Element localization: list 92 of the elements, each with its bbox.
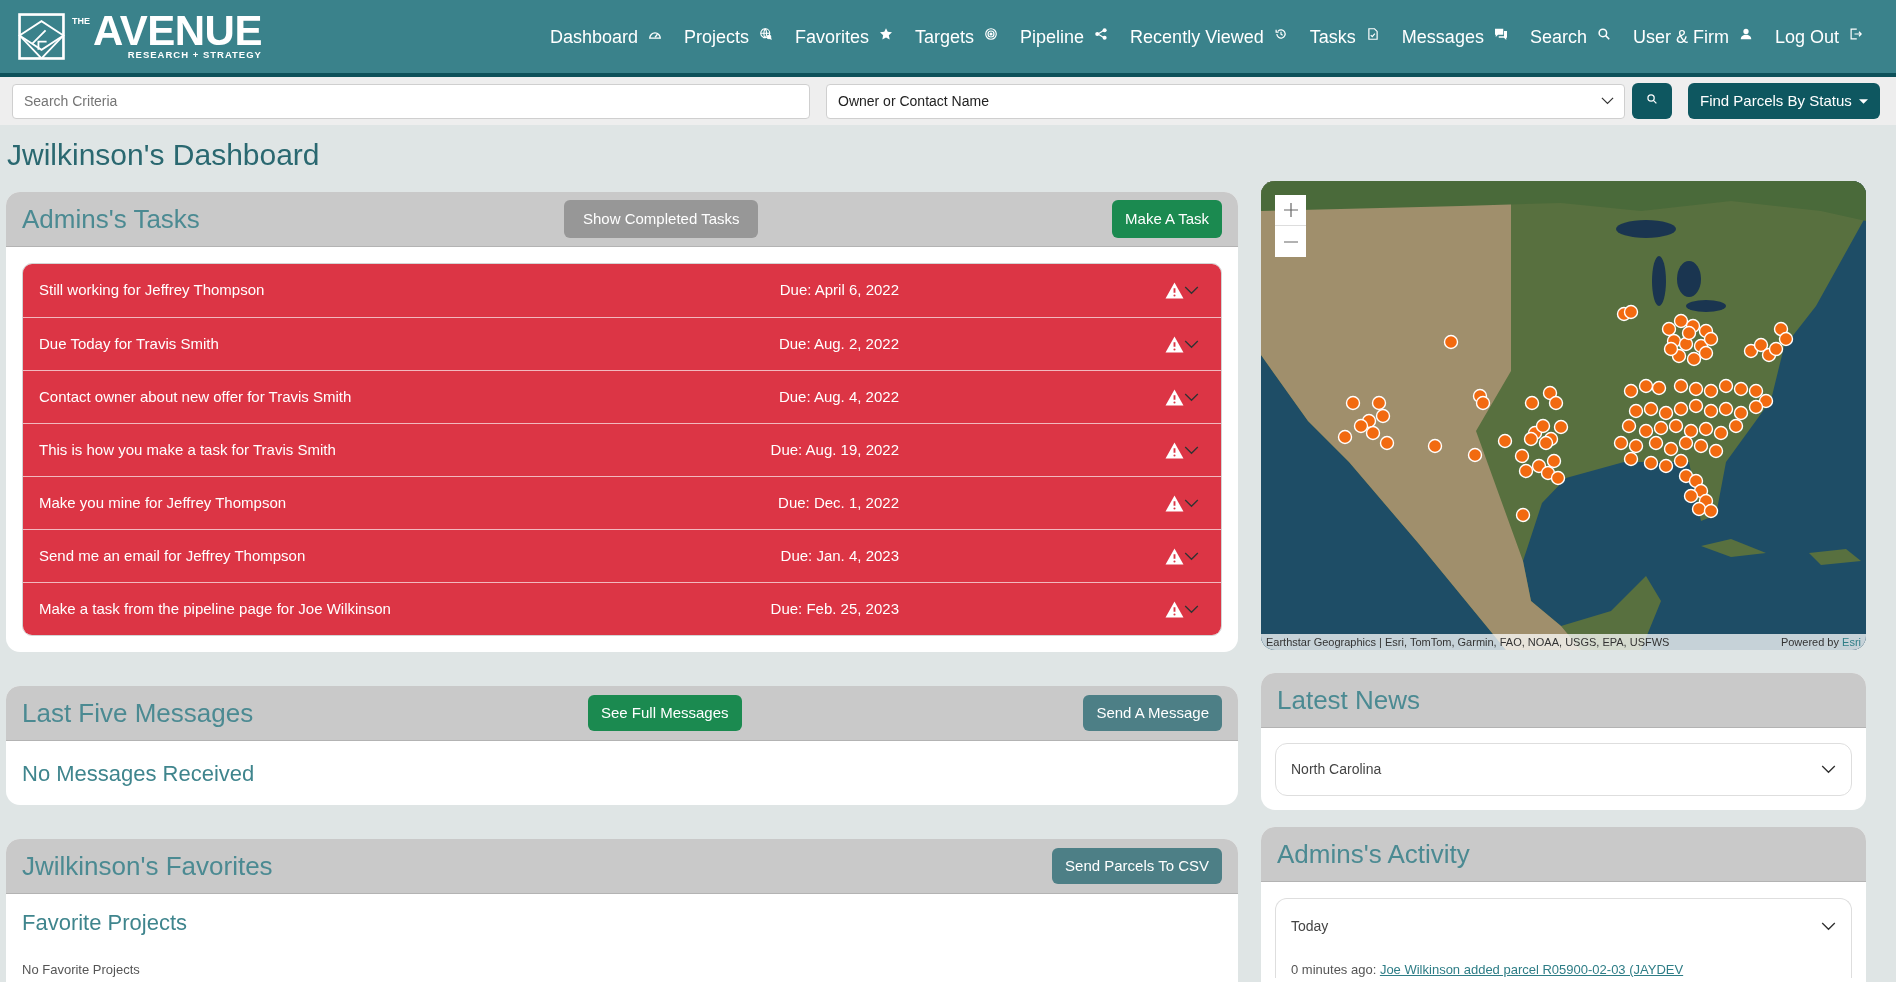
- chat-icon: [1494, 28, 1507, 40]
- empty-messages-text: No Messages Received: [22, 759, 255, 788]
- esri-link[interactable]: Esri: [1842, 636, 1861, 648]
- nav-link[interactable]: Pipeline: [1020, 24, 1108, 49]
- history-icon: [1274, 28, 1287, 40]
- chevron-down-icon[interactable]: [1184, 551, 1199, 561]
- warning-icon: [1165, 282, 1184, 299]
- panel-title: Latest News: [1277, 684, 1421, 716]
- logo-icon: [18, 13, 65, 60]
- target-icon: [985, 28, 998, 40]
- panel-title: Admins's Tasks: [22, 203, 201, 235]
- chevron-down-icon[interactable]: [1184, 392, 1199, 402]
- task-due-date: Due: April 6, 2022: [778, 280, 899, 301]
- task-due-date: Due: Aug. 19, 2022: [769, 439, 899, 460]
- chevron-down-icon: [1821, 921, 1836, 931]
- powered-by-text: Powered by Esri: [1780, 635, 1861, 649]
- warning-icon: [1165, 547, 1184, 565]
- task-due-date: Due: Jan. 4, 2023: [779, 545, 899, 566]
- chevron-down-icon[interactable]: [1184, 604, 1199, 614]
- nav-link[interactable]: Targets: [915, 24, 998, 49]
- activity-group-toggle[interactable]: Today: [1276, 899, 1851, 953]
- logo-wordmark: AVENUE: [93, 13, 262, 49]
- share-nodes-icon: [1095, 28, 1108, 40]
- task-row[interactable]: Make a task from the pipeline page for Joe Wilkinson Due: Feb. 25, 2023: [23, 582, 1221, 635]
- panel-title: Last Five Messages: [22, 697, 255, 729]
- user-icon: [1739, 28, 1752, 40]
- task-row[interactable]: Contact owner about new offer for Travis Smith Due: Aug. 4, 2022: [23, 370, 1221, 423]
- chevron-down-icon: [1601, 97, 1614, 105]
- task-title: Still working for Jeffrey Thompson: [39, 280, 266, 301]
- chevron-down-icon[interactable]: [1184, 498, 1199, 508]
- panel-title: Admins's Activity: [1277, 838, 1470, 870]
- task-title: Make you mine for Jeffrey Thompson: [39, 492, 288, 513]
- page-title: Jwilkinson's Dashboard: [6, 137, 321, 173]
- logo-small-text: THE: [72, 16, 90, 26]
- section-title: Favorite Projects: [22, 910, 189, 936]
- nav-link[interactable]: Tasks: [1309, 24, 1379, 49]
- task-row[interactable]: This is how you make a task for Travis Smith Due: Aug. 19, 2022: [23, 423, 1221, 476]
- plus-icon: [1283, 203, 1298, 217]
- empty-favorites-text: No Favorite Projects: [22, 962, 141, 978]
- task-row[interactable]: Send me an email for Jeffrey Thompson Due: Jan. 4, 2023: [23, 529, 1221, 582]
- task-row[interactable]: Still working for Jeffrey Thompson Due: April 6, 2022: [23, 264, 1221, 317]
- chevron-down-icon[interactable]: [1184, 445, 1199, 455]
- chevron-down-icon[interactable]: [1184, 339, 1199, 349]
- task-due-date: Due: Feb. 25, 2023: [769, 598, 899, 619]
- task-title: Send me an email for Jeffrey Thompson: [39, 545, 307, 566]
- map-attribution: Earthstar Geographics | Esri, TomTom, Garmin, FAO, NOAA, USGS, EPA, USFWS: [1266, 635, 1670, 649]
- logout-icon: [1850, 28, 1862, 40]
- task-title: This is how you make a task for Travis Smith: [39, 439, 337, 460]
- nav-link[interactable]: Dashboard: [549, 24, 661, 49]
- star-icon: [880, 28, 892, 40]
- document-check-icon: [1366, 28, 1379, 40]
- task-title: Due Today for Travis Smith: [39, 333, 220, 354]
- activity-entry: 0 minutes ago: Joe Wilkinson added parcel R05900-02-03 (JAYDEV: [1290, 961, 1685, 978]
- nav-link[interactable]: Log Out: [1774, 24, 1862, 49]
- warning-icon: [1165, 441, 1184, 459]
- globe-icon: [760, 28, 772, 40]
- news-accordion-item[interactable]: North Carolina: [1275, 743, 1852, 796]
- task-title: Make a task from the pipeline page for Joe Wilkinson: [39, 598, 392, 619]
- task-row[interactable]: Make you mine for Jeffrey Thompson Due: Dec. 1, 2022: [23, 476, 1221, 529]
- find-parcels-by-status-button[interactable]: Find Parcels By Status: [1688, 83, 1880, 119]
- chevron-down-icon: [1821, 765, 1836, 774]
- search-button[interactable]: [1632, 83, 1672, 119]
- warning-icon: [1165, 600, 1184, 618]
- minus-icon: [1283, 240, 1298, 243]
- nav-link[interactable]: Messages: [1401, 24, 1507, 49]
- task-title: Contact owner about new offer for Travis Smith: [39, 386, 353, 407]
- task-due-date: Due: Dec. 1, 2022: [777, 492, 899, 513]
- chevron-down-icon[interactable]: [1184, 286, 1199, 295]
- nav-link[interactable]: Recently Viewed: [1130, 24, 1287, 49]
- search-icon: [1647, 94, 1657, 104]
- search-criteria-field[interactable]: Search Criteria: [12, 83, 810, 119]
- nav-link[interactable]: Favorites: [795, 24, 892, 49]
- task-due-date: Due: Aug. 2, 2022: [777, 333, 899, 354]
- make-task-button[interactable]: Make A Task: [1112, 200, 1222, 238]
- activity-link[interactable]: Joe Wilkinson added parcel R05900-02-03 (JAYDEV: [1379, 962, 1684, 977]
- nav-link[interactable]: Search: [1529, 24, 1610, 49]
- task-row[interactable]: Due Today for Travis Smith Due: Aug. 2, 2022: [23, 317, 1221, 370]
- caret-down-icon: [1858, 98, 1868, 104]
- panel-title: Jwilkinson's Favorites: [22, 850, 273, 882]
- send-parcels-to-csv-button[interactable]: Send Parcels To CSV: [1052, 848, 1222, 884]
- logo-tagline: RESEARCH + STRATEGY: [127, 49, 262, 60]
- warning-icon: [1165, 388, 1184, 406]
- show-completed-tasks-button[interactable]: Show Completed Tasks: [564, 200, 759, 238]
- task-due-date: Due: Aug. 4, 2022: [777, 386, 899, 407]
- send-message-button[interactable]: Send A Message: [1083, 695, 1222, 731]
- nav-link[interactable]: User & Firm: [1632, 24, 1752, 49]
- see-full-messages-button[interactable]: See Full Messages: [588, 695, 742, 731]
- warning-icon: [1165, 494, 1184, 512]
- nav-link[interactable]: Projects: [683, 24, 772, 49]
- owner-select[interactable]: Owner or Contact Name: [826, 83, 1625, 119]
- warning-icon: [1165, 335, 1184, 353]
- search-icon: [1597, 28, 1610, 40]
